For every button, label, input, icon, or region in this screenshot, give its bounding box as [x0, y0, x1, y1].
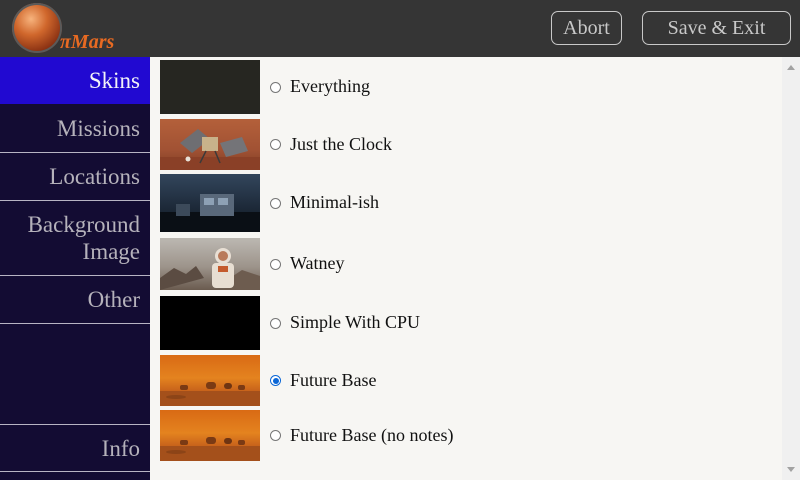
skin-label[interactable]: Watney — [290, 253, 345, 274]
skin-thumbnail-watney[interactable] — [160, 238, 260, 290]
skin-radio-simple-with-cpu[interactable] — [270, 318, 281, 329]
skin-radio-just-the-clock[interactable] — [270, 139, 281, 150]
skin-label[interactable]: Everything — [290, 76, 370, 97]
scroll-down-arrow-icon[interactable] — [787, 467, 795, 472]
list-item[interactable]: Future Base — [150, 355, 782, 406]
skin-radio-everything[interactable] — [270, 82, 281, 93]
top-bar: πMars Abort Save & Exit — [0, 0, 800, 57]
skin-radio-minimal-ish[interactable] — [270, 198, 281, 209]
sidebar-item-skins[interactable]: Skins — [0, 57, 150, 104]
skin-label[interactable]: Simple With CPU — [290, 312, 420, 333]
skin-radio-future-base[interactable] — [270, 375, 281, 386]
skin-label[interactable]: Future Base — [290, 370, 376, 391]
list-scrollbar[interactable] — [782, 57, 800, 480]
list-item[interactable]: Minimal-ish — [150, 174, 782, 232]
list-item[interactable]: Future Base (no notes) — [150, 410, 782, 461]
list-item[interactable]: Just the Clock — [150, 119, 782, 170]
mars-logo-icon — [12, 3, 62, 53]
list-item[interactable]: Simple With CPU — [150, 296, 782, 350]
skin-thumbnail-simple-with-cpu[interactable] — [160, 296, 260, 350]
skin-radio-watney[interactable] — [270, 259, 281, 270]
sidebar-item-background-image[interactable]: Background Image — [0, 201, 150, 276]
list-item[interactable]: Everything — [150, 60, 782, 114]
skin-thumbnail-future-base[interactable] — [160, 355, 260, 406]
skin-thumbnail-future-base-no-notes[interactable] — [160, 410, 260, 461]
sidebar-item-info[interactable]: Info — [0, 424, 150, 472]
skin-list: Everything Just the Clock Minimal-ish Wa… — [150, 57, 782, 480]
skin-label[interactable]: Future Base (no notes) — [290, 425, 453, 446]
skin-radio-future-base-no-notes[interactable] — [270, 430, 281, 441]
save-exit-button[interactable]: Save & Exit — [642, 11, 791, 45]
skin-label[interactable]: Just the Clock — [290, 134, 392, 155]
skin-thumbnail-everything[interactable] — [160, 60, 260, 114]
settings-sidebar: Skins Missions Locations Background Imag… — [0, 57, 150, 480]
sidebar-item-missions[interactable]: Missions — [0, 104, 150, 153]
app-title: πMars — [60, 31, 115, 53]
skin-thumbnail-just-the-clock[interactable] — [160, 119, 260, 170]
skin-thumbnail-minimal-ish[interactable] — [160, 174, 260, 232]
sidebar-item-locations[interactable]: Locations — [0, 153, 150, 201]
list-item[interactable]: Watney — [150, 238, 782, 290]
scroll-up-arrow-icon[interactable] — [787, 65, 795, 70]
skin-label[interactable]: Minimal-ish — [290, 192, 379, 213]
abort-button[interactable]: Abort — [551, 11, 622, 45]
sidebar-item-other[interactable]: Other — [0, 276, 150, 324]
